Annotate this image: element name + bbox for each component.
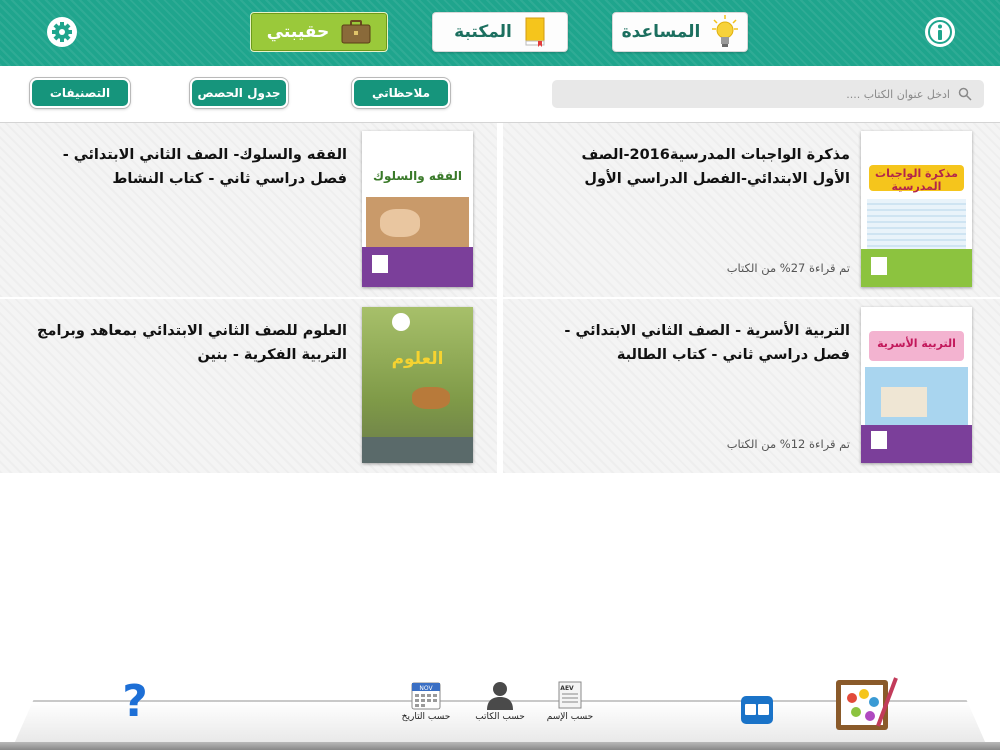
cover-title: العلوم	[391, 349, 444, 369]
categories-button[interactable]: التصنيفات	[30, 78, 130, 108]
calendar-icon: NOV	[411, 682, 441, 710]
svg-text:?: ?	[122, 676, 148, 724]
search-input[interactable]	[748, 86, 952, 102]
reading-progress: تم قراءة 27% من الكتاب	[726, 261, 850, 275]
sort-by-name-button[interactable]: AEV حسب الإسم	[540, 680, 600, 722]
book-grid: مذكرة الواجبات المدرسية مذكرة الواجبات ا…	[0, 123, 1000, 473]
book-title: العلوم للصف الثاني الابتدائي بمعاهد وبرا…	[37, 323, 347, 363]
book-cover[interactable]: العلوم	[362, 307, 473, 463]
help-label: المساعدة	[621, 22, 701, 42]
search-icon	[958, 87, 972, 101]
book-card[interactable]: مذكرة الواجبات المدرسية مذكرة الواجبات ا…	[503, 123, 1000, 297]
library-button[interactable]: المكتبة	[432, 12, 568, 52]
schedule-button[interactable]: جدول الحصص	[190, 78, 288, 108]
person-icon	[487, 682, 513, 710]
book-title: مذكرة الواجبات المدرسية2016-الصف الأول ا…	[581, 147, 850, 187]
help-button[interactable]: المساعدة	[612, 12, 748, 52]
book-icon	[525, 17, 545, 47]
book-cover[interactable]: الفقه والسلوك	[362, 131, 473, 287]
sort-by-author-button[interactable]: حسب الكاتب	[470, 680, 530, 722]
cover-title: الفقه والسلوك	[372, 169, 463, 183]
book-title: الفقه والسلوك- الصف الثاني الابتدائي - ف…	[62, 147, 347, 187]
notes-button[interactable]: ملاحظاتي	[352, 78, 450, 108]
book-card[interactable]: التربية الأسرية التربية الأسرية - الصف ا…	[503, 299, 1000, 473]
book-cover[interactable]: التربية الأسرية	[861, 307, 972, 463]
cover-title: التربية الأسرية	[877, 337, 956, 350]
my-bag-label: حقيبتي	[266, 22, 330, 42]
lightbulb-icon	[712, 15, 739, 47]
library-label: المكتبة	[454, 22, 512, 42]
book-title: التربية الأسرية - الصف الثاني الابتدائي …	[564, 323, 850, 363]
help-shelf-button[interactable]: ?	[116, 676, 154, 728]
sort-by-author-label: حسب الكاتب	[475, 712, 525, 722]
sort-by-name-label: حسب الإسم	[546, 712, 594, 722]
book-cover[interactable]: مذكرة الواجبات المدرسية	[861, 131, 972, 287]
search-bar	[552, 80, 984, 108]
my-bag-button[interactable]: حقيبتي	[250, 12, 388, 52]
top-bar: حقيبتي المكتبة المساعدة	[0, 0, 1000, 66]
book-card[interactable]: الفقه والسلوك الفقه والسلوك- الصف الثاني…	[0, 123, 497, 297]
document-icon: AEV	[558, 681, 582, 709]
cover-title: مذكرة الواجبات المدرسية	[875, 167, 958, 193]
paint-palette-icon	[836, 677, 898, 730]
document-tag: AEV	[560, 685, 574, 692]
question-mark-icon: ?	[122, 676, 148, 727]
info-icon	[927, 19, 953, 45]
view-toggle-button[interactable]	[740, 695, 774, 729]
toolbar: التصنيفات جدول الحصص ملاحظاتي	[0, 66, 1000, 123]
calendar-month: NOV	[419, 685, 433, 692]
info-button[interactable]	[925, 17, 955, 47]
divider	[0, 297, 1000, 299]
sort-by-date-label: حسب التاريخ	[401, 712, 451, 722]
grid-view-icon	[741, 696, 773, 724]
book-card[interactable]: العلوم العلوم للصف الثاني الابتدائي بمعا…	[0, 299, 497, 473]
settings-button[interactable]	[47, 17, 77, 47]
reading-progress: تم قراءة 12% من الكتاب	[726, 437, 850, 451]
gear-icon	[49, 19, 75, 45]
paint-board-button[interactable]	[834, 672, 898, 738]
briefcase-icon	[341, 20, 371, 44]
sort-by-date-button[interactable]: NOV حسب التاريخ	[396, 680, 456, 722]
